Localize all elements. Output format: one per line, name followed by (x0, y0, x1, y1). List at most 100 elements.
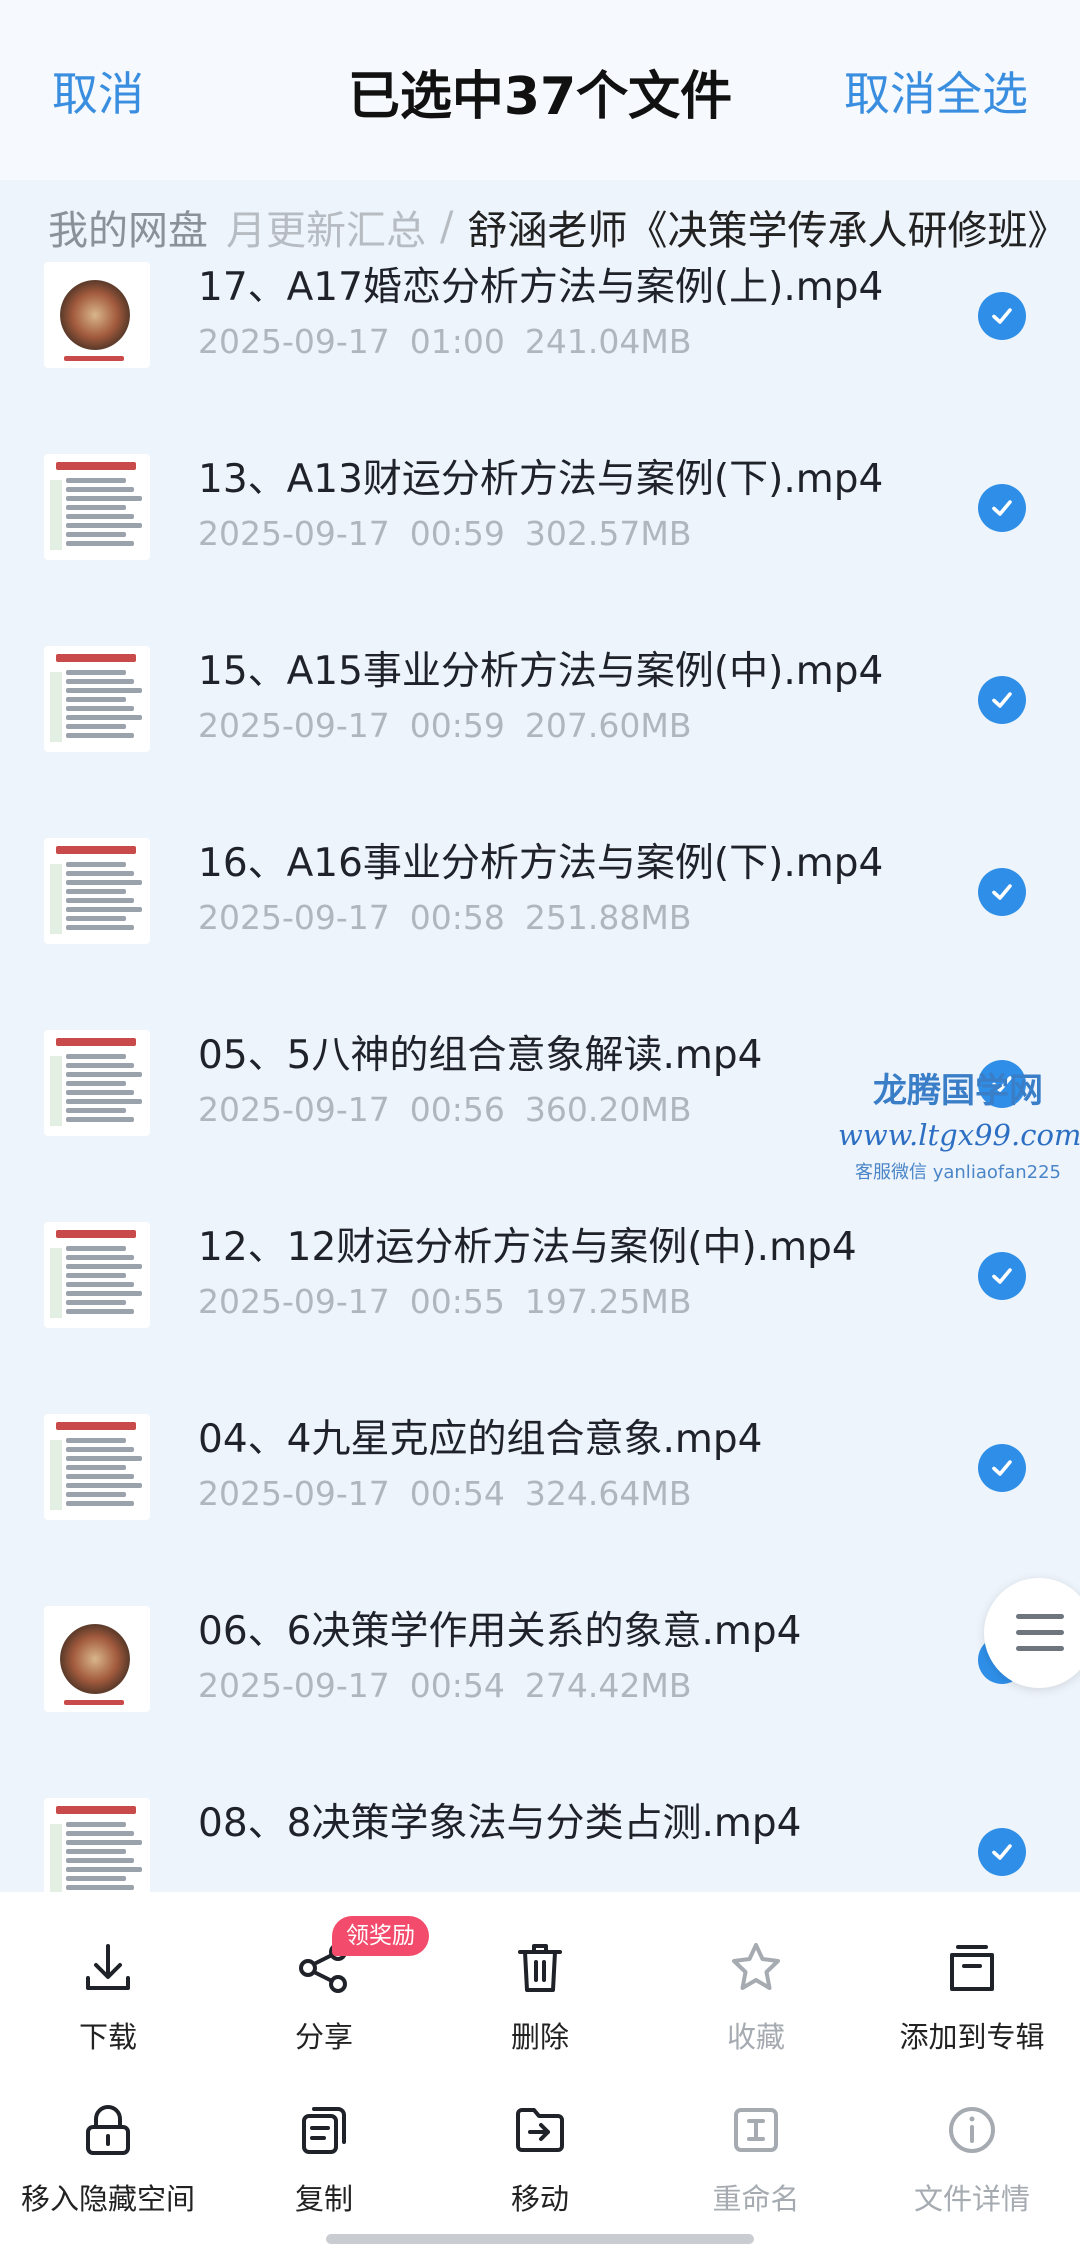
file-date: 2025-09-17 (198, 706, 390, 745)
file-name: 04、4九星克应的组合意象.mp4 (198, 1417, 763, 1462)
bottom-action-panel: 下载 分享 删除 收藏 添加到专辑移入隐藏空间 复制 移动 重命名 文件详情 (0, 1892, 1080, 2258)
file-date: 2025-09-17 (198, 1090, 390, 1129)
file-date: 2025-09-17 (198, 1666, 390, 1705)
file-time: 00:55 (409, 1282, 505, 1321)
breadcrumb-middle[interactable]: 月更新汇总 (226, 198, 426, 256)
action-label: 文件详情 (913, 2182, 1030, 2216)
watermark-title: 龙腾国学网 (873, 1071, 1043, 1111)
file-time: 00:54 (409, 1474, 505, 1513)
action-label: 移入隐藏空间 (20, 2182, 195, 2216)
file-meta: 2025-09-17 00:56 360.20MB (198, 1090, 711, 1129)
file-time: 00:54 (409, 1666, 505, 1705)
file-date: 2025-09-17 (198, 1474, 390, 1513)
file-size: 241.04MB (524, 322, 692, 361)
menu-icon-bar (1016, 1630, 1064, 1635)
action-trash[interactable]: 删除 (432, 1916, 648, 2066)
selected-check-icon[interactable] (978, 868, 1026, 916)
watermark-contact: 客服微信 yanliaofan225 (855, 1162, 1061, 1183)
reward-badge: 领奖励 (332, 1916, 429, 1956)
breadcrumb: 我的网盘 月更新汇总 / 舒涵老师《决策学传承人研修班》 (48, 198, 1080, 258)
download-icon (78, 1938, 138, 1998)
video-thumbnail (44, 262, 150, 368)
selected-check-icon[interactable] (978, 676, 1026, 724)
selected-check-icon[interactable] (978, 484, 1026, 532)
file-row[interactable]: 12、12财运分析方法与案例(中).mp4 2025-09-17 00:55 197.… (0, 1194, 1080, 1386)
action-move[interactable]: 移动 (432, 2078, 648, 2228)
deselect-all-button[interactable]: 取消全选 (844, 58, 1028, 124)
video-thumbnail (44, 646, 150, 752)
watermark-url: www.ltgx99.com (838, 1118, 1080, 1152)
file-row[interactable]: 16、A16事业分析方法与案例(下).mp4 2025-09-17 00:58 251… (0, 810, 1080, 1002)
watermark: 龙腾国学网 www.ltgx99.com 客服微信 yanliaofan225 (838, 1063, 1080, 1184)
file-meta: 2025-09-17 00:54 274.42MB (198, 1666, 711, 1705)
file-date: 2025-09-17 (198, 514, 390, 553)
menu-icon-bar (1016, 1646, 1064, 1651)
action-download[interactable]: 下载 (0, 1916, 216, 2066)
file-size: 207.60MB (524, 706, 692, 745)
file-name: 17、A17婚恋分析方法与案例(上).mp4 (198, 265, 884, 310)
file-name: 15、A15事业分析方法与案例(中).mp4 (198, 649, 884, 694)
file-name: 05、5八神的组合意象解读.mp4 (198, 1033, 763, 1078)
file-size: 197.25MB (524, 1282, 692, 1321)
action-label: 重命名 (712, 2182, 800, 2216)
file-date: 2025-09-17 (198, 322, 390, 361)
action-star[interactable]: 收藏 (648, 1916, 864, 2066)
action-label: 复制 (294, 2182, 353, 2216)
action-label: 添加到专辑 (899, 2020, 1045, 2054)
file-name: 08、8决策学象法与分类占测.mp4 (198, 1801, 802, 1846)
file-meta: 2025-09-17 01:00 241.04MB (198, 322, 711, 361)
selected-check-icon[interactable] (978, 1444, 1026, 1492)
video-thumbnail (44, 1414, 150, 1520)
video-thumbnail (44, 838, 150, 944)
file-name: 12、12财运分析方法与案例(中).mp4 (198, 1225, 857, 1270)
selected-check-icon[interactable] (978, 292, 1026, 340)
video-thumbnail (44, 1222, 150, 1328)
lock-icon (78, 2100, 138, 2160)
move-icon (510, 2100, 570, 2160)
action-label: 删除 (510, 2020, 569, 2054)
action-lock[interactable]: 移入隐藏空间 (0, 2078, 216, 2228)
file-row[interactable]: 08、8决策学象法与分类占测.mp4 (0, 1770, 1080, 1892)
file-meta: 2025-09-17 00:59 207.60MB (198, 706, 711, 745)
video-thumbnail (44, 1606, 150, 1712)
action-album[interactable]: 添加到专辑 (864, 1916, 1080, 2066)
action-rename[interactable]: 重命名 (648, 2078, 864, 2228)
file-name: 06、6决策学作用关系的象意.mp4 (198, 1609, 802, 1654)
star-icon (726, 1938, 786, 1998)
file-row[interactable]: 13、A13财运分析方法与案例(下).mp4 2025-09-17 00:59 302… (0, 426, 1080, 618)
action-label: 移动 (510, 2182, 569, 2216)
album-icon (942, 1938, 1002, 1998)
file-row[interactable]: 06、6决策学作用关系的象意.mp4 2025-09-17 00:54 274.42M… (0, 1578, 1080, 1770)
file-time: 01:00 (409, 322, 505, 361)
trash-icon (510, 1938, 570, 1998)
file-size: 324.64MB (524, 1474, 692, 1513)
breadcrumb-root[interactable]: 我的网盘 (48, 198, 208, 256)
selected-check-icon[interactable] (978, 1252, 1026, 1300)
file-size: 360.20MB (524, 1090, 692, 1129)
info-icon (942, 2100, 1002, 2160)
menu-icon (1016, 1614, 1064, 1619)
action-copy[interactable]: 复制 (216, 2078, 432, 2228)
action-label: 收藏 (726, 2020, 785, 2054)
file-time: 00:58 (409, 898, 505, 937)
video-thumbnail (44, 1798, 150, 1892)
file-row[interactable]: 04、4九星克应的组合意象.mp4 2025-09-17 00:54 324.64MB (0, 1386, 1080, 1578)
video-thumbnail (44, 1030, 150, 1136)
file-meta: 2025-09-17 00:55 197.25MB (198, 1282, 711, 1321)
file-name: 16、A16事业分析方法与案例(下).mp4 (198, 841, 884, 886)
file-meta: 2025-09-17 00:54 324.64MB (198, 1474, 711, 1513)
file-row[interactable]: 15、A15事业分析方法与案例(中).mp4 2025-09-17 00:59 207… (0, 618, 1080, 810)
file-date: 2025-09-17 (198, 1282, 390, 1321)
home-indicator (326, 2234, 754, 2244)
top-bar: 取消 已选中37个文件 取消全选 (0, 0, 1080, 180)
action-label: 下载 (78, 2020, 137, 2054)
selected-check-icon[interactable] (978, 1828, 1026, 1876)
breadcrumb-separator: / (440, 204, 454, 250)
action-label: 分享 (294, 2020, 353, 2054)
file-name: 13、A13财运分析方法与案例(下).mp4 (198, 457, 884, 502)
file-row[interactable]: 17、A17婚恋分析方法与案例(上).mp4 2025-09-17 01:00 241… (0, 262, 1080, 426)
file-meta: 2025-09-17 00:59 302.57MB (198, 514, 711, 553)
action-info[interactable]: 文件详情 (864, 2078, 1080, 2228)
copy-icon (294, 2100, 354, 2160)
file-time: 00:59 (409, 706, 505, 745)
